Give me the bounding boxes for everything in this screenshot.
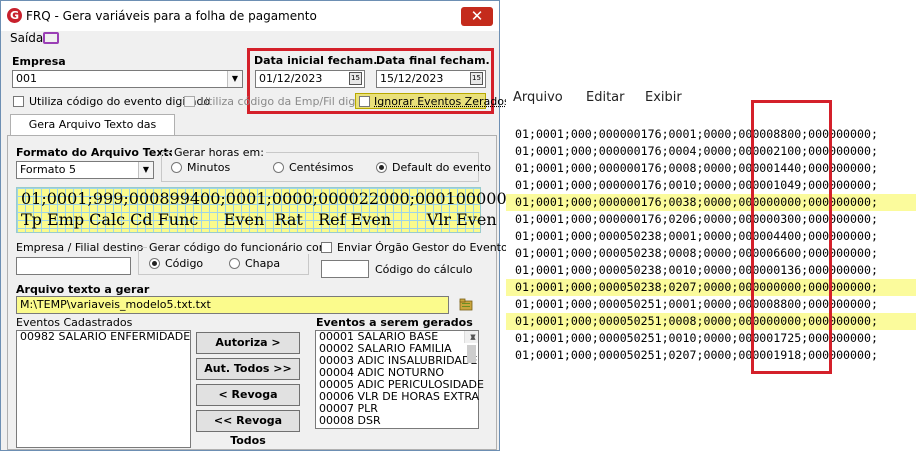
preview-line-2: Tp Emp Calc Cd Func Even Rat Ref Even Vl… xyxy=(21,210,497,229)
utiliza-evento-checkbox[interactable] xyxy=(13,96,24,107)
destino-label: Empresa / Filial destino xyxy=(16,241,144,254)
revoga-button[interactable]: < Revoga xyxy=(196,384,300,406)
data-inicial-label: Data inicial fecham. xyxy=(254,54,378,67)
data-inicial-field[interactable]: 01/12/2023 15 xyxy=(255,70,365,88)
arquivo-label: Arquivo texto a gerar xyxy=(16,283,150,296)
eventos-gerados-list[interactable]: 00001 SALARIO BASE 00002 SALARIO FAMILIA… xyxy=(315,330,484,429)
frq-window: G FRQ - Gera variáveis para a folha de p… xyxy=(0,0,512,451)
orgao-gestor-label: Enviar Órgão Gestor do Evento xyxy=(337,241,508,254)
radio-minutos[interactable] xyxy=(171,162,182,173)
ignorar-zerados-checkbox[interactable] xyxy=(359,96,370,107)
formato-combo[interactable]: Formato 5 ▼ xyxy=(16,161,154,179)
radio-codigo[interactable] xyxy=(149,258,160,269)
scroll-down-icon[interactable]: ▼ xyxy=(465,331,478,343)
eventos-gerados-label: Eventos a serem gerados xyxy=(316,316,473,329)
format-preview: 01;0001;999;000899400;0001;0000;00002200… xyxy=(16,187,512,233)
ignorar-zerados-wrapper[interactable]: Ignorar Eventos Zerados xyxy=(355,93,510,109)
menu-bar: Saída xyxy=(1,31,499,49)
folder-browse-icon[interactable] xyxy=(459,298,473,311)
empresa-label: Empresa xyxy=(12,55,66,68)
formato-label: Formato do Arquivo Texto xyxy=(16,146,177,159)
data-final-value: 15/12/2023 xyxy=(380,72,444,85)
arquivo-input[interactable]: M:\TEMP\variaveis_modelo5.txt.txt xyxy=(16,296,449,314)
empresa-value: 001 xyxy=(16,72,37,85)
radio-centesimos[interactable] xyxy=(273,162,284,173)
chevron-down-icon[interactable]: ▼ xyxy=(138,162,153,178)
title-bar: G FRQ - Gera variáveis para a folha de p… xyxy=(1,1,499,31)
revoga-todos-button[interactable]: << Revoga Todos xyxy=(196,410,300,447)
notepad-menu-arquivo[interactable]: Arquivo xyxy=(513,90,563,105)
utiliza-emp-checkbox[interactable] xyxy=(184,96,195,107)
radio-centesimos-label: Centésimos xyxy=(289,161,354,174)
data-final-field[interactable]: 15/12/2023 15 xyxy=(376,70,486,88)
radio-chapa-label: Chapa xyxy=(245,257,281,270)
eventos-cadastrados-label: Eventos Cadastrados xyxy=(16,316,133,329)
empresa-combo[interactable]: 001 ▼ xyxy=(12,70,243,88)
codigo-calculo-input[interactable] xyxy=(321,260,369,278)
notepad-menu-exibir[interactable]: Exibir xyxy=(645,90,682,105)
monitor-icon[interactable] xyxy=(43,32,59,44)
calendar-icon[interactable]: 15 xyxy=(470,72,483,85)
app-logo-icon: G xyxy=(7,8,22,23)
autoriza-button[interactable]: Autoriza > xyxy=(196,332,300,354)
gerar-codigo-label: Gerar código do funcionário com: xyxy=(147,241,336,254)
radio-minutos-label: Minutos xyxy=(187,161,231,174)
radio-codigo-label: Código xyxy=(165,257,204,270)
radio-default-evento-label: Default do evento xyxy=(392,161,491,174)
notepad-menu-editar[interactable]: Editar xyxy=(586,90,625,105)
formato-value: Formato 5 xyxy=(20,163,76,176)
notepad-panel: Arquivo Editar Exibir 01;0001;000;000000… xyxy=(506,80,916,451)
scroll-thumb[interactable] xyxy=(467,345,476,363)
ignorar-zerados-label: Ignorar Eventos Zerados xyxy=(374,95,510,108)
highlight-box-values xyxy=(751,100,832,374)
calendar-icon[interactable]: 15 xyxy=(349,72,362,85)
orgao-gestor-checkbox[interactable] xyxy=(321,242,332,253)
utiliza-evento-label: Utiliza código do evento digitado xyxy=(29,95,211,108)
chevron-down-icon[interactable]: ▼ xyxy=(227,71,242,87)
list-item[interactable]: 00008 DSR xyxy=(316,415,478,427)
radio-chapa[interactable] xyxy=(229,258,240,269)
scrollbar[interactable]: ▲ ▼ xyxy=(464,331,478,363)
close-button[interactable]: ✕ xyxy=(461,7,493,26)
radio-default-evento[interactable] xyxy=(376,162,387,173)
menu-saida[interactable]: Saída xyxy=(10,31,43,45)
window-title: FRQ - Gera variáveis para a folha de pag… xyxy=(26,9,317,23)
data-inicial-value: 01/12/2023 xyxy=(259,72,323,85)
eventos-cadastrados-list[interactable]: 00982 SALARIO ENFERMIDADE xyxy=(16,330,191,448)
preview-line-1: 01;0001;999;000899400;0001;0000;00002200… xyxy=(21,189,513,208)
destino-input[interactable] xyxy=(16,257,131,275)
aut-todos-button[interactable]: Aut. Todos >> xyxy=(196,358,300,380)
list-item[interactable]: 00982 SALARIO ENFERMIDADE xyxy=(17,331,190,343)
codigo-calculo-label: Código do cálculo xyxy=(375,263,473,276)
tab-gera-arquivo[interactable]: Gera Arquivo Texto das Variáveis xyxy=(10,114,175,151)
data-final-label: Data final fecham. xyxy=(376,54,490,67)
gerar-horas-label: Gerar horas em: xyxy=(172,146,266,159)
